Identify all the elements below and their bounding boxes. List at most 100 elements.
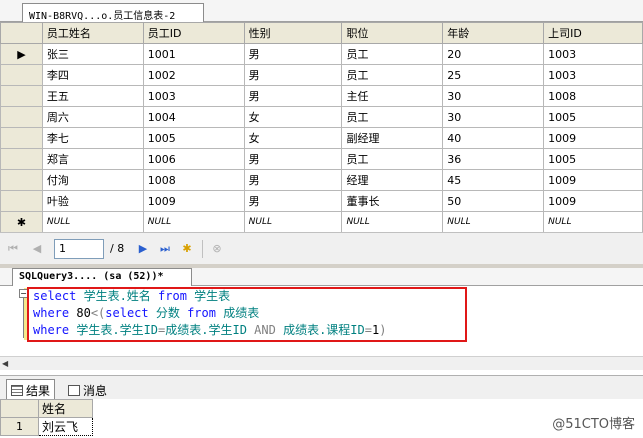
table-cell[interactable]: 员工: [341, 64, 444, 86]
table-cell[interactable]: 女: [243, 127, 343, 149]
table-row[interactable]: 付洵 1008 男经理 45 1009: [0, 169, 643, 191]
table-cell[interactable]: 张三: [41, 43, 144, 65]
null-cell[interactable]: NULL: [41, 211, 144, 233]
last-record-icon[interactable]: ⏭: [158, 242, 172, 256]
table-cell[interactable]: 1003: [543, 43, 643, 65]
grid-corner-cell[interactable]: [0, 22, 43, 44]
table-cell[interactable]: 员工: [341, 106, 444, 128]
table-cell[interactable]: 45: [442, 169, 545, 191]
column-header[interactable]: 上司ID: [543, 22, 643, 44]
table-cell[interactable]: 李四: [41, 64, 144, 86]
table-cell[interactable]: 叶验: [41, 190, 144, 212]
column-header[interactable]: 员工姓名: [41, 22, 144, 44]
table-cell[interactable]: 男: [243, 148, 343, 170]
table-cell[interactable]: 1001: [142, 43, 245, 65]
table-row[interactable]: 郑言 1006 男员工 36 1005: [0, 148, 643, 170]
null-cell[interactable]: NULL: [341, 211, 444, 233]
table-cell[interactable]: 25: [442, 64, 545, 86]
table-cell[interactable]: 主任: [341, 85, 444, 107]
query-document-tab[interactable]: SQLQuery3.... (sa (52))*: [12, 268, 192, 286]
table-cell[interactable]: 男: [243, 85, 343, 107]
column-header[interactable]: 年龄: [442, 22, 545, 44]
table-cell[interactable]: 1009: [543, 190, 643, 212]
row-header[interactable]: [0, 148, 43, 170]
table-cell[interactable]: 1003: [142, 85, 245, 107]
table-cell[interactable]: 郑言: [41, 148, 144, 170]
table-row[interactable]: 李七 1005 女副经理 40 1009: [0, 127, 643, 149]
table-cell[interactable]: 付洵: [41, 169, 144, 191]
stop-icon[interactable]: ⊗: [210, 242, 224, 256]
current-page-input[interactable]: 1: [54, 239, 104, 259]
new-row-marker-icon[interactable]: ✱: [0, 211, 43, 233]
table-cell[interactable]: 男: [243, 190, 343, 212]
column-header[interactable]: 员工ID: [142, 22, 245, 44]
table-cell[interactable]: 男: [243, 43, 343, 65]
null-cell[interactable]: NULL: [142, 211, 245, 233]
row-header[interactable]: [0, 106, 43, 128]
table-row[interactable]: 周六 1004 女员工 30 1005: [0, 106, 643, 128]
table-row[interactable]: ▶ 张三 1001 男员工 20 1003: [0, 43, 643, 65]
messages-tab[interactable]: 消息: [64, 379, 111, 399]
table-document-tab[interactable]: WIN-B8RVQ...o.员工信息表-2: [22, 3, 204, 22]
table-row[interactable]: 叶验 1009 男董事长 50 1009: [0, 190, 643, 212]
table-cell[interactable]: 男: [243, 169, 343, 191]
first-record-icon[interactable]: ⏮: [6, 242, 20, 256]
table-cell[interactable]: 王五: [41, 85, 144, 107]
table-cell[interactable]: 50: [442, 190, 545, 212]
results-corner-cell[interactable]: [0, 399, 39, 418]
table-cell[interactable]: 30: [442, 85, 545, 107]
results-cell[interactable]: 刘云飞: [38, 417, 93, 436]
results-row-number[interactable]: 1: [0, 417, 39, 436]
new-record-icon[interactable]: ✱: [180, 242, 194, 256]
table-cell[interactable]: 20: [442, 43, 545, 65]
results-column-header[interactable]: 姓名: [38, 399, 93, 418]
table-cell[interactable]: 1008: [142, 169, 245, 191]
table-cell[interactable]: 员工: [341, 148, 444, 170]
table-row[interactable]: 李四 1002 男员工 25 1003: [0, 64, 643, 86]
scroll-left-icon[interactable]: ◀: [2, 359, 8, 368]
previous-record-icon[interactable]: ◀: [30, 242, 44, 256]
new-row[interactable]: ✱ NULL NULL NULL NULL NULL NULL: [0, 211, 643, 233]
row-header[interactable]: [0, 64, 43, 86]
table-cell[interactable]: 1009: [543, 127, 643, 149]
row-header[interactable]: ▶: [0, 43, 43, 65]
table-cell[interactable]: 周六: [41, 106, 144, 128]
highlight-annotation-box: [27, 287, 467, 342]
next-record-icon[interactable]: ▶: [136, 242, 150, 256]
table-cell[interactable]: 40: [442, 127, 545, 149]
table-cell[interactable]: 1005: [543, 106, 643, 128]
table-cell[interactable]: 男: [243, 64, 343, 86]
sql-editor[interactable]: − select 学生表.姓名 from 学生表 where 80<(selec…: [0, 286, 643, 356]
row-header[interactable]: [0, 127, 43, 149]
null-cell[interactable]: NULL: [243, 211, 343, 233]
table-cell[interactable]: 1004: [142, 106, 245, 128]
employee-data-grid: 员工姓名 员工ID 性别 职位 年龄 上司ID ▶ 张三 1001 男员工 20 1003 李四 100…: [0, 22, 643, 233]
table-cell[interactable]: 1003: [543, 64, 643, 86]
table-cell[interactable]: 女: [243, 106, 343, 128]
null-cell[interactable]: NULL: [442, 211, 545, 233]
table-cell[interactable]: 员工: [341, 43, 444, 65]
table-cell[interactable]: 1005: [142, 127, 245, 149]
table-cell[interactable]: 副经理: [341, 127, 444, 149]
table-cell[interactable]: 1002: [142, 64, 245, 86]
table-row[interactable]: 王五 1003 男主任 30 1008: [0, 85, 643, 107]
column-header[interactable]: 职位: [341, 22, 444, 44]
table-cell[interactable]: 1006: [142, 148, 245, 170]
row-header[interactable]: [0, 169, 43, 191]
row-header[interactable]: [0, 85, 43, 107]
table-cell[interactable]: 1009: [142, 190, 245, 212]
table-cell[interactable]: 1008: [543, 85, 643, 107]
table-cell[interactable]: 1009: [543, 169, 643, 191]
null-cell[interactable]: NULL: [543, 211, 643, 233]
column-header[interactable]: 性别: [243, 22, 343, 44]
table-cell[interactable]: 经理: [341, 169, 444, 191]
table-cell[interactable]: 30: [442, 106, 545, 128]
table-cell[interactable]: 1005: [543, 148, 643, 170]
editor-horizontal-scrollbar[interactable]: ◀: [0, 356, 643, 370]
query-tab-strip: SQLQuery3.... (sa (52))*: [0, 268, 643, 286]
row-header[interactable]: [0, 190, 43, 212]
table-cell[interactable]: 李七: [41, 127, 144, 149]
results-tab[interactable]: 结果: [6, 379, 56, 399]
table-cell[interactable]: 36: [442, 148, 545, 170]
table-cell[interactable]: 董事长: [341, 190, 444, 212]
